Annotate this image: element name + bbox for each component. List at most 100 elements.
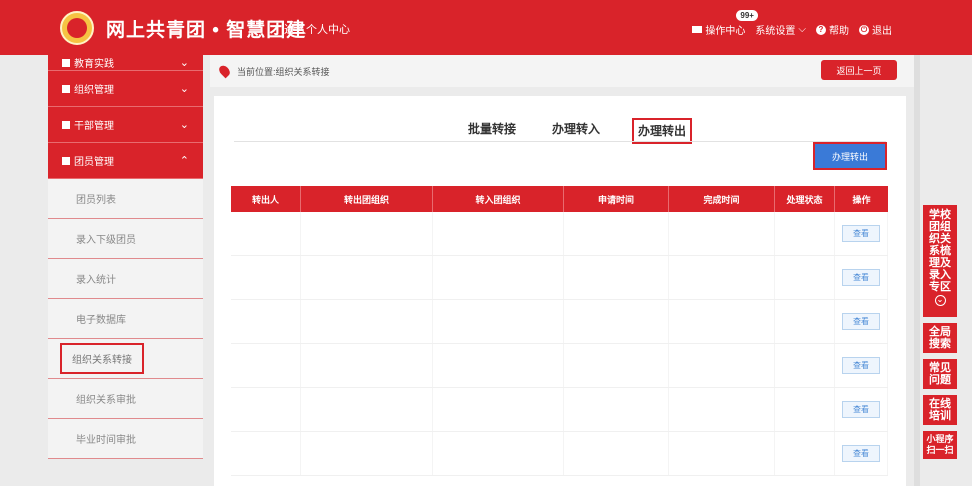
- table-cell: [433, 344, 564, 387]
- table-cell: [564, 300, 669, 343]
- education-icon: [62, 58, 70, 67]
- table-row: 查看: [231, 388, 888, 432]
- main-panel: 批量转接 办理转入 办理转出 办理转出 转出人 转出团组织 转入团组织 申请时间…: [214, 96, 906, 486]
- column-header: 完成时间: [669, 186, 775, 212]
- chevron-down-circle-icon: ⌄: [934, 295, 946, 306]
- table-cell: [564, 432, 669, 475]
- table-cell: 查看: [835, 432, 888, 475]
- page-scrollbar[interactable]: [914, 55, 920, 486]
- sidebar-sub-label: 组织关系转接: [60, 343, 144, 374]
- sidebar-sub-label: 电子数据库: [76, 315, 126, 326]
- column-header: 申请时间: [564, 186, 669, 212]
- chevron-up-icon: ⌃: [179, 155, 189, 167]
- table-cell: [433, 432, 564, 475]
- table-cell: [301, 432, 433, 475]
- table-cell: 查看: [835, 300, 888, 343]
- table-cell: 查看: [835, 256, 888, 299]
- table-cell: [231, 344, 301, 387]
- sidebar-item-cadre[interactable]: 干部管理 ⌄: [48, 107, 203, 143]
- personal-center-link[interactable]: 进入个人中心: [284, 21, 350, 37]
- table-cell: 查看: [835, 212, 888, 255]
- logout-link[interactable]: ⏻ 退出: [859, 22, 892, 37]
- sidebar-sub-label: 团员列表: [76, 195, 116, 206]
- chevron-down-icon: ⌄: [179, 57, 189, 69]
- miniprogram-scan-button[interactable]: 小程序扫一扫: [923, 431, 957, 459]
- sidebar-sub-relation-approval[interactable]: 组织关系审批: [48, 379, 203, 419]
- table-cell: [775, 388, 835, 431]
- sidebar-sub-relation-transfer[interactable]: 组织关系转接: [48, 339, 203, 379]
- header-actions: 操作中心 99+ 系统设置 ⌵ ? 帮助 ⏻ 退出: [692, 10, 892, 37]
- sidebar-item-label: 干部管理: [74, 121, 114, 132]
- table-body: 查看 查看 查看 查看 查看 查看: [231, 212, 888, 476]
- table-cell: [775, 256, 835, 299]
- table-row: 查看: [231, 212, 888, 256]
- floating-shortcuts: 学校团组织关系梳理及录入专区 ⌄ 全局搜索 常见问题 在线培训 小程序扫一扫: [923, 205, 957, 465]
- table-cell: 查看: [835, 388, 888, 431]
- top-header: 网上共青团 • 智慧团建 进入个人中心 操作中心 99+ 系统设置 ⌵ ? 帮助…: [0, 0, 972, 55]
- faq-button[interactable]: 常见问题: [923, 359, 957, 389]
- transfer-out-button[interactable]: 办理转出: [813, 142, 887, 170]
- cadre-icon: [62, 120, 70, 129]
- ops-center-link[interactable]: 操作中心 99+: [692, 10, 758, 37]
- table-cell: 查看: [835, 344, 888, 387]
- sidebar-sub-member-list[interactable]: 团员列表: [48, 179, 203, 219]
- view-button[interactable]: 查看: [842, 401, 880, 418]
- member-icon: [62, 156, 70, 165]
- table-cell: [669, 256, 775, 299]
- sidebar-sub-graduation-approval[interactable]: 毕业时间审批: [48, 419, 203, 459]
- table-cell: [564, 212, 669, 255]
- table-cell: [433, 388, 564, 431]
- table-cell: [231, 388, 301, 431]
- view-button[interactable]: 查看: [842, 225, 880, 242]
- sidebar-sub-entry-stats[interactable]: 录入统计: [48, 259, 203, 299]
- table-cell: [775, 300, 835, 343]
- sidebar-sub-label: 录入统计: [76, 275, 116, 286]
- table-cell: [301, 256, 433, 299]
- column-header: 转出团组织: [301, 186, 433, 212]
- transfer-table: 转出人 转出团组织 转入团组织 申请时间 完成时间 处理状态 操作 查看 查看 查看…: [231, 186, 888, 476]
- special-zone-button[interactable]: 学校团组织关系梳理及录入专区 ⌄: [923, 205, 957, 317]
- table-cell: [231, 212, 301, 255]
- sidebar-item-label: 教育实践: [74, 59, 114, 70]
- online-training-button[interactable]: 在线培训: [923, 395, 957, 425]
- sidebar-sub-label: 录入下级团员: [76, 235, 136, 246]
- help-link[interactable]: ? 帮助: [816, 22, 849, 37]
- sidebar-item-members[interactable]: 团员管理 ⌃: [48, 143, 203, 179]
- table-cell: [433, 212, 564, 255]
- view-button[interactable]: 查看: [842, 445, 880, 462]
- chevron-down-icon: ⌄: [179, 83, 189, 95]
- location-pin-icon: [217, 63, 232, 79]
- sidebar-sub-label: 组织关系审批: [76, 395, 136, 406]
- table-cell: [301, 300, 433, 343]
- view-button[interactable]: 查看: [842, 357, 880, 374]
- sidebar-sub-label: 毕业时间审批: [76, 435, 136, 446]
- chevron-down-icon: ⌵: [798, 24, 806, 35]
- table-cell: [669, 432, 775, 475]
- sidebar-sub-e-database[interactable]: 电子数据库: [48, 299, 203, 339]
- power-icon: ⏻: [859, 24, 869, 35]
- youth-league-logo: [60, 11, 94, 45]
- logout-label: 退出: [872, 26, 892, 37]
- chevron-down-icon: ⌄: [179, 119, 189, 131]
- settings-menu[interactable]: 系统设置 ⌵: [755, 22, 806, 37]
- sidebar-item-organization[interactable]: 组织管理 ⌄: [48, 71, 203, 107]
- sidebar-item-label: 团员管理: [74, 157, 114, 168]
- sidebar-sub-add-member[interactable]: 录入下级团员: [48, 219, 203, 259]
- org-icon: [62, 84, 70, 93]
- table-cell: [775, 212, 835, 255]
- view-button[interactable]: 查看: [842, 313, 880, 330]
- table-row: 查看: [231, 432, 888, 476]
- help-label: 帮助: [829, 26, 849, 37]
- mail-icon: [692, 26, 703, 33]
- sidebar-item-education[interactable]: 教育实践 ⌄: [48, 55, 203, 71]
- global-search-button[interactable]: 全局搜索: [923, 323, 957, 353]
- table-cell: [669, 344, 775, 387]
- table-cell: [433, 256, 564, 299]
- table-row: 查看: [231, 256, 888, 300]
- view-button[interactable]: 查看: [842, 269, 880, 286]
- back-button[interactable]: 返回上一页: [821, 60, 897, 80]
- tab-divider: [234, 141, 886, 142]
- site-title: 网上共青团 • 智慧团建: [106, 20, 307, 41]
- column-header: 转出人: [231, 186, 301, 212]
- table-cell: [433, 300, 564, 343]
